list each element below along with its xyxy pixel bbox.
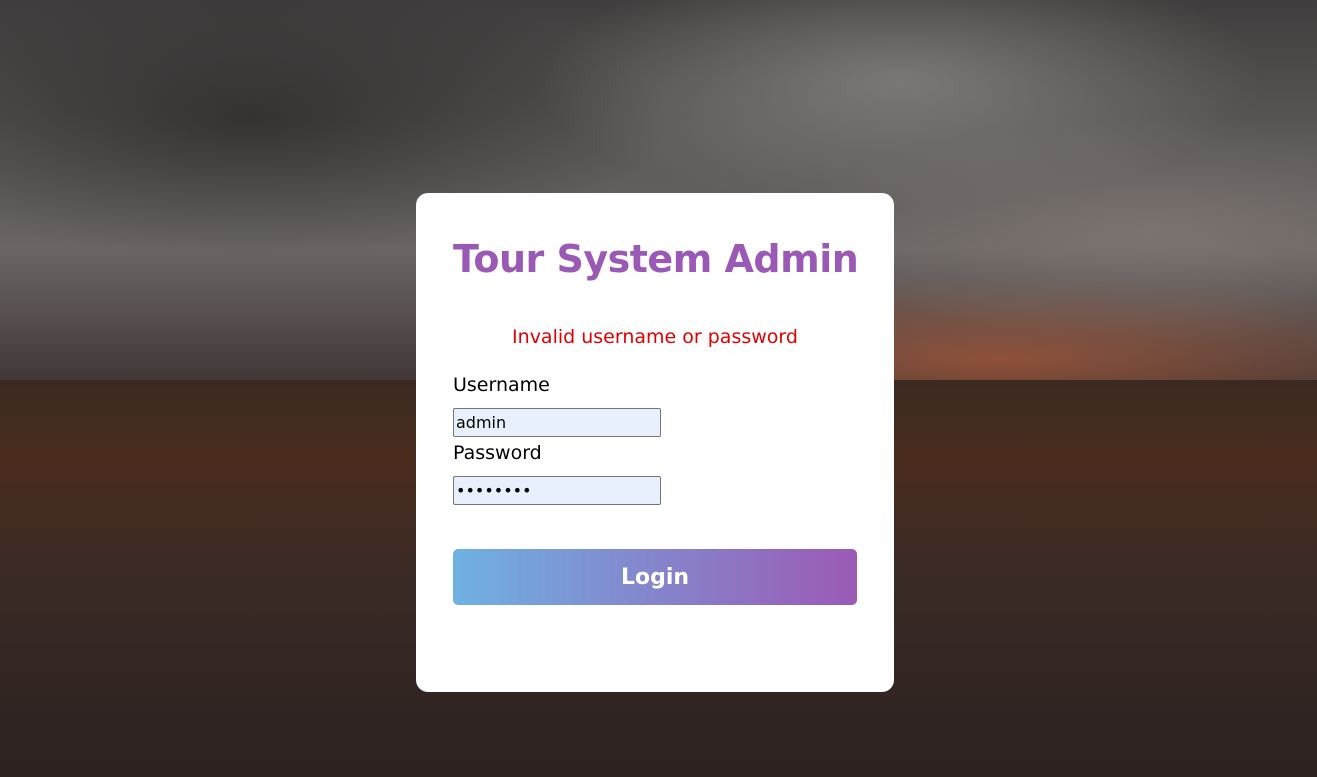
- login-card: Tour System Admin Invalid username or pa…: [416, 193, 894, 692]
- username-label: Username: [453, 374, 550, 396]
- password-input[interactable]: [453, 476, 661, 505]
- background-scene: Tour System Admin Invalid username or pa…: [0, 0, 1317, 777]
- page-title: Tour System Admin: [453, 237, 859, 281]
- login-button[interactable]: Login: [453, 549, 857, 605]
- password-label: Password: [453, 442, 542, 464]
- error-message: Invalid username or password: [512, 326, 798, 348]
- username-input[interactable]: [453, 408, 661, 437]
